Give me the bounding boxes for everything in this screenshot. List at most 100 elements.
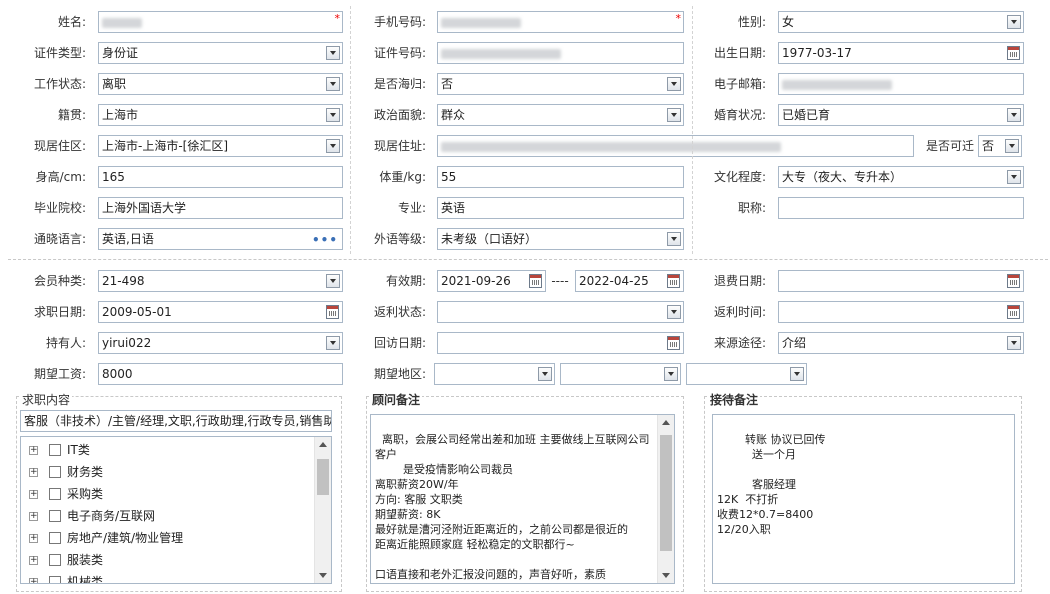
weight-input[interactable]: 55 xyxy=(437,166,684,188)
chevron-down-icon[interactable] xyxy=(664,367,678,381)
rebate-time-input[interactable] xyxy=(778,301,1024,323)
calendar-icon[interactable] xyxy=(667,274,680,288)
relocate-select[interactable]: 否 xyxy=(978,135,1022,157)
more-dots-icon[interactable]: ••• xyxy=(312,230,338,249)
height-input[interactable]: 165 xyxy=(98,166,343,188)
checkbox[interactable] xyxy=(49,444,61,456)
email-input[interactable] xyxy=(778,73,1024,95)
chevron-down-icon[interactable] xyxy=(667,77,681,91)
major-input[interactable]: 英语 xyxy=(437,197,684,219)
expand-icon[interactable]: + xyxy=(29,468,38,477)
chevron-down-icon[interactable] xyxy=(538,367,552,381)
checkbox[interactable] xyxy=(49,488,61,500)
source-select[interactable]: 介绍 xyxy=(778,332,1024,354)
calendar-icon[interactable] xyxy=(1007,46,1020,60)
address-input[interactable] xyxy=(437,135,914,157)
political-select[interactable]: 群众 xyxy=(437,104,684,126)
job-intent-summary-value: 客服（非技术）/主管/经理,文职,行政助理,行政专员,销售助 xyxy=(24,414,332,428)
chevron-down-icon[interactable] xyxy=(326,274,340,288)
phone-input[interactable]: * xyxy=(437,11,684,33)
chevron-down-icon[interactable] xyxy=(1007,336,1021,350)
tree-item-label: 服装类 xyxy=(67,553,104,567)
job-category-tree[interactable]: + IT类 + 财务类 + 采购类 + 电子商务/互联网 + 房地产/建筑/物业… xyxy=(20,436,332,584)
education-select[interactable]: 大专（夜大、专升本） xyxy=(778,166,1024,188)
expand-icon[interactable]: + xyxy=(29,578,38,583)
member-type-select[interactable]: 21-498 xyxy=(98,270,343,292)
calendar-icon[interactable] xyxy=(1007,274,1020,288)
calendar-icon[interactable] xyxy=(1007,305,1020,319)
name-input[interactable]: * xyxy=(98,11,343,33)
checkbox[interactable] xyxy=(49,554,61,566)
reception-notes-textarea[interactable]: 转账 协议已回传 送一个月 客服经理 12K 不打折 收费12*0.7=8400… xyxy=(712,414,1015,584)
expand-icon[interactable]: + xyxy=(29,556,38,565)
expand-icon[interactable]: + xyxy=(29,446,38,455)
id-no-input[interactable] xyxy=(437,42,684,64)
calendar-icon[interactable] xyxy=(529,274,542,288)
checkbox[interactable] xyxy=(49,576,61,583)
calendar-icon[interactable] xyxy=(667,336,680,350)
foreign-level-label: 外语等级: xyxy=(373,232,426,246)
holder-select[interactable]: yirui022 xyxy=(98,332,343,354)
scroll-down-icon[interactable] xyxy=(662,573,670,578)
scroll-up-icon[interactable] xyxy=(662,420,670,425)
scroll-thumb[interactable] xyxy=(660,435,672,551)
calendar-icon[interactable] xyxy=(326,305,339,319)
work-status-select[interactable]: 离职 xyxy=(98,73,343,95)
birth-date-input[interactable]: 1977-03-17 xyxy=(778,42,1024,64)
chevron-down-icon[interactable] xyxy=(790,367,804,381)
job-intent-summary[interactable]: 客服（非技术）/主管/经理,文职,行政助理,行政专员,销售助 xyxy=(20,410,332,432)
chevron-down-icon[interactable] xyxy=(1005,139,1019,153)
chevron-down-icon[interactable] xyxy=(667,232,681,246)
gender-select[interactable]: 女 xyxy=(778,11,1024,33)
expand-icon[interactable]: + xyxy=(29,512,38,521)
id-type-label: 证件类型: xyxy=(33,46,86,60)
member-type-label: 会员种类: xyxy=(33,274,86,288)
scroll-thumb[interactable] xyxy=(317,459,329,495)
chevron-down-icon[interactable] xyxy=(326,108,340,122)
chevron-down-icon[interactable] xyxy=(326,77,340,91)
row-job-date: 求职日期: 2009-05-01 返利状态: 返利时间: xyxy=(0,301,1050,323)
salary-input[interactable]: 8000 xyxy=(98,363,343,385)
valid-from-input[interactable]: 2021-09-26 xyxy=(437,270,546,292)
id-type-select[interactable]: 身份证 xyxy=(98,42,343,64)
native-select[interactable]: 上海市 xyxy=(98,104,343,126)
scroll-down-icon[interactable] xyxy=(319,573,327,578)
rebate-status-select[interactable] xyxy=(437,301,684,323)
chevron-down-icon[interactable] xyxy=(326,139,340,153)
chevron-down-icon[interactable] xyxy=(326,336,340,350)
checkbox[interactable] xyxy=(49,510,61,522)
district-select[interactable]: 上海市-上海市-[徐汇区] xyxy=(98,135,343,157)
tree-scrollbar[interactable] xyxy=(314,437,331,583)
region-district-select[interactable] xyxy=(686,363,807,385)
valid-to-input[interactable]: 2022-04-25 xyxy=(575,270,684,292)
chevron-down-icon[interactable] xyxy=(667,108,681,122)
checkbox[interactable] xyxy=(49,532,61,544)
scroll-up-icon[interactable] xyxy=(319,442,327,447)
school-value: 上海外国语大学 xyxy=(102,201,187,215)
consultant-notes-textarea[interactable]: 离职，会展公司经常出差和加班 主要做线上互联网公司客户 是受疫情影响公司裁员 离… xyxy=(370,414,675,584)
chevron-down-icon[interactable] xyxy=(667,305,681,319)
region-province-select[interactable] xyxy=(434,363,555,385)
visit-date-input[interactable] xyxy=(437,332,684,354)
foreign-level-select[interactable]: 未考级（口语好） xyxy=(437,228,684,250)
job-date-input[interactable]: 2009-05-01 xyxy=(98,301,343,323)
notes-scrollbar[interactable] xyxy=(657,415,674,583)
title-input[interactable] xyxy=(778,197,1024,219)
holder-value: yirui022 xyxy=(102,336,152,350)
expand-icon[interactable]: + xyxy=(29,490,38,499)
overseas-select[interactable]: 否 xyxy=(437,73,684,95)
school-label: 毕业院校: xyxy=(33,201,86,215)
district-value: 上海市-上海市-[徐汇区] xyxy=(102,139,229,153)
expand-icon[interactable]: + xyxy=(29,534,38,543)
region-city-select[interactable] xyxy=(560,363,681,385)
school-input[interactable]: 上海外国语大学 xyxy=(98,197,343,219)
refund-date-input[interactable] xyxy=(778,270,1024,292)
row-language: 通晓语言: 英语,日语 ••• 外语等级: 未考级（口语好） xyxy=(0,228,1050,250)
chevron-down-icon[interactable] xyxy=(1007,15,1021,29)
chevron-down-icon[interactable] xyxy=(1007,108,1021,122)
chevron-down-icon[interactable] xyxy=(326,46,340,60)
language-input[interactable]: 英语,日语 ••• xyxy=(98,228,343,250)
marital-select[interactable]: 已婚已育 xyxy=(778,104,1024,126)
chevron-down-icon[interactable] xyxy=(1007,170,1021,184)
checkbox[interactable] xyxy=(49,466,61,478)
